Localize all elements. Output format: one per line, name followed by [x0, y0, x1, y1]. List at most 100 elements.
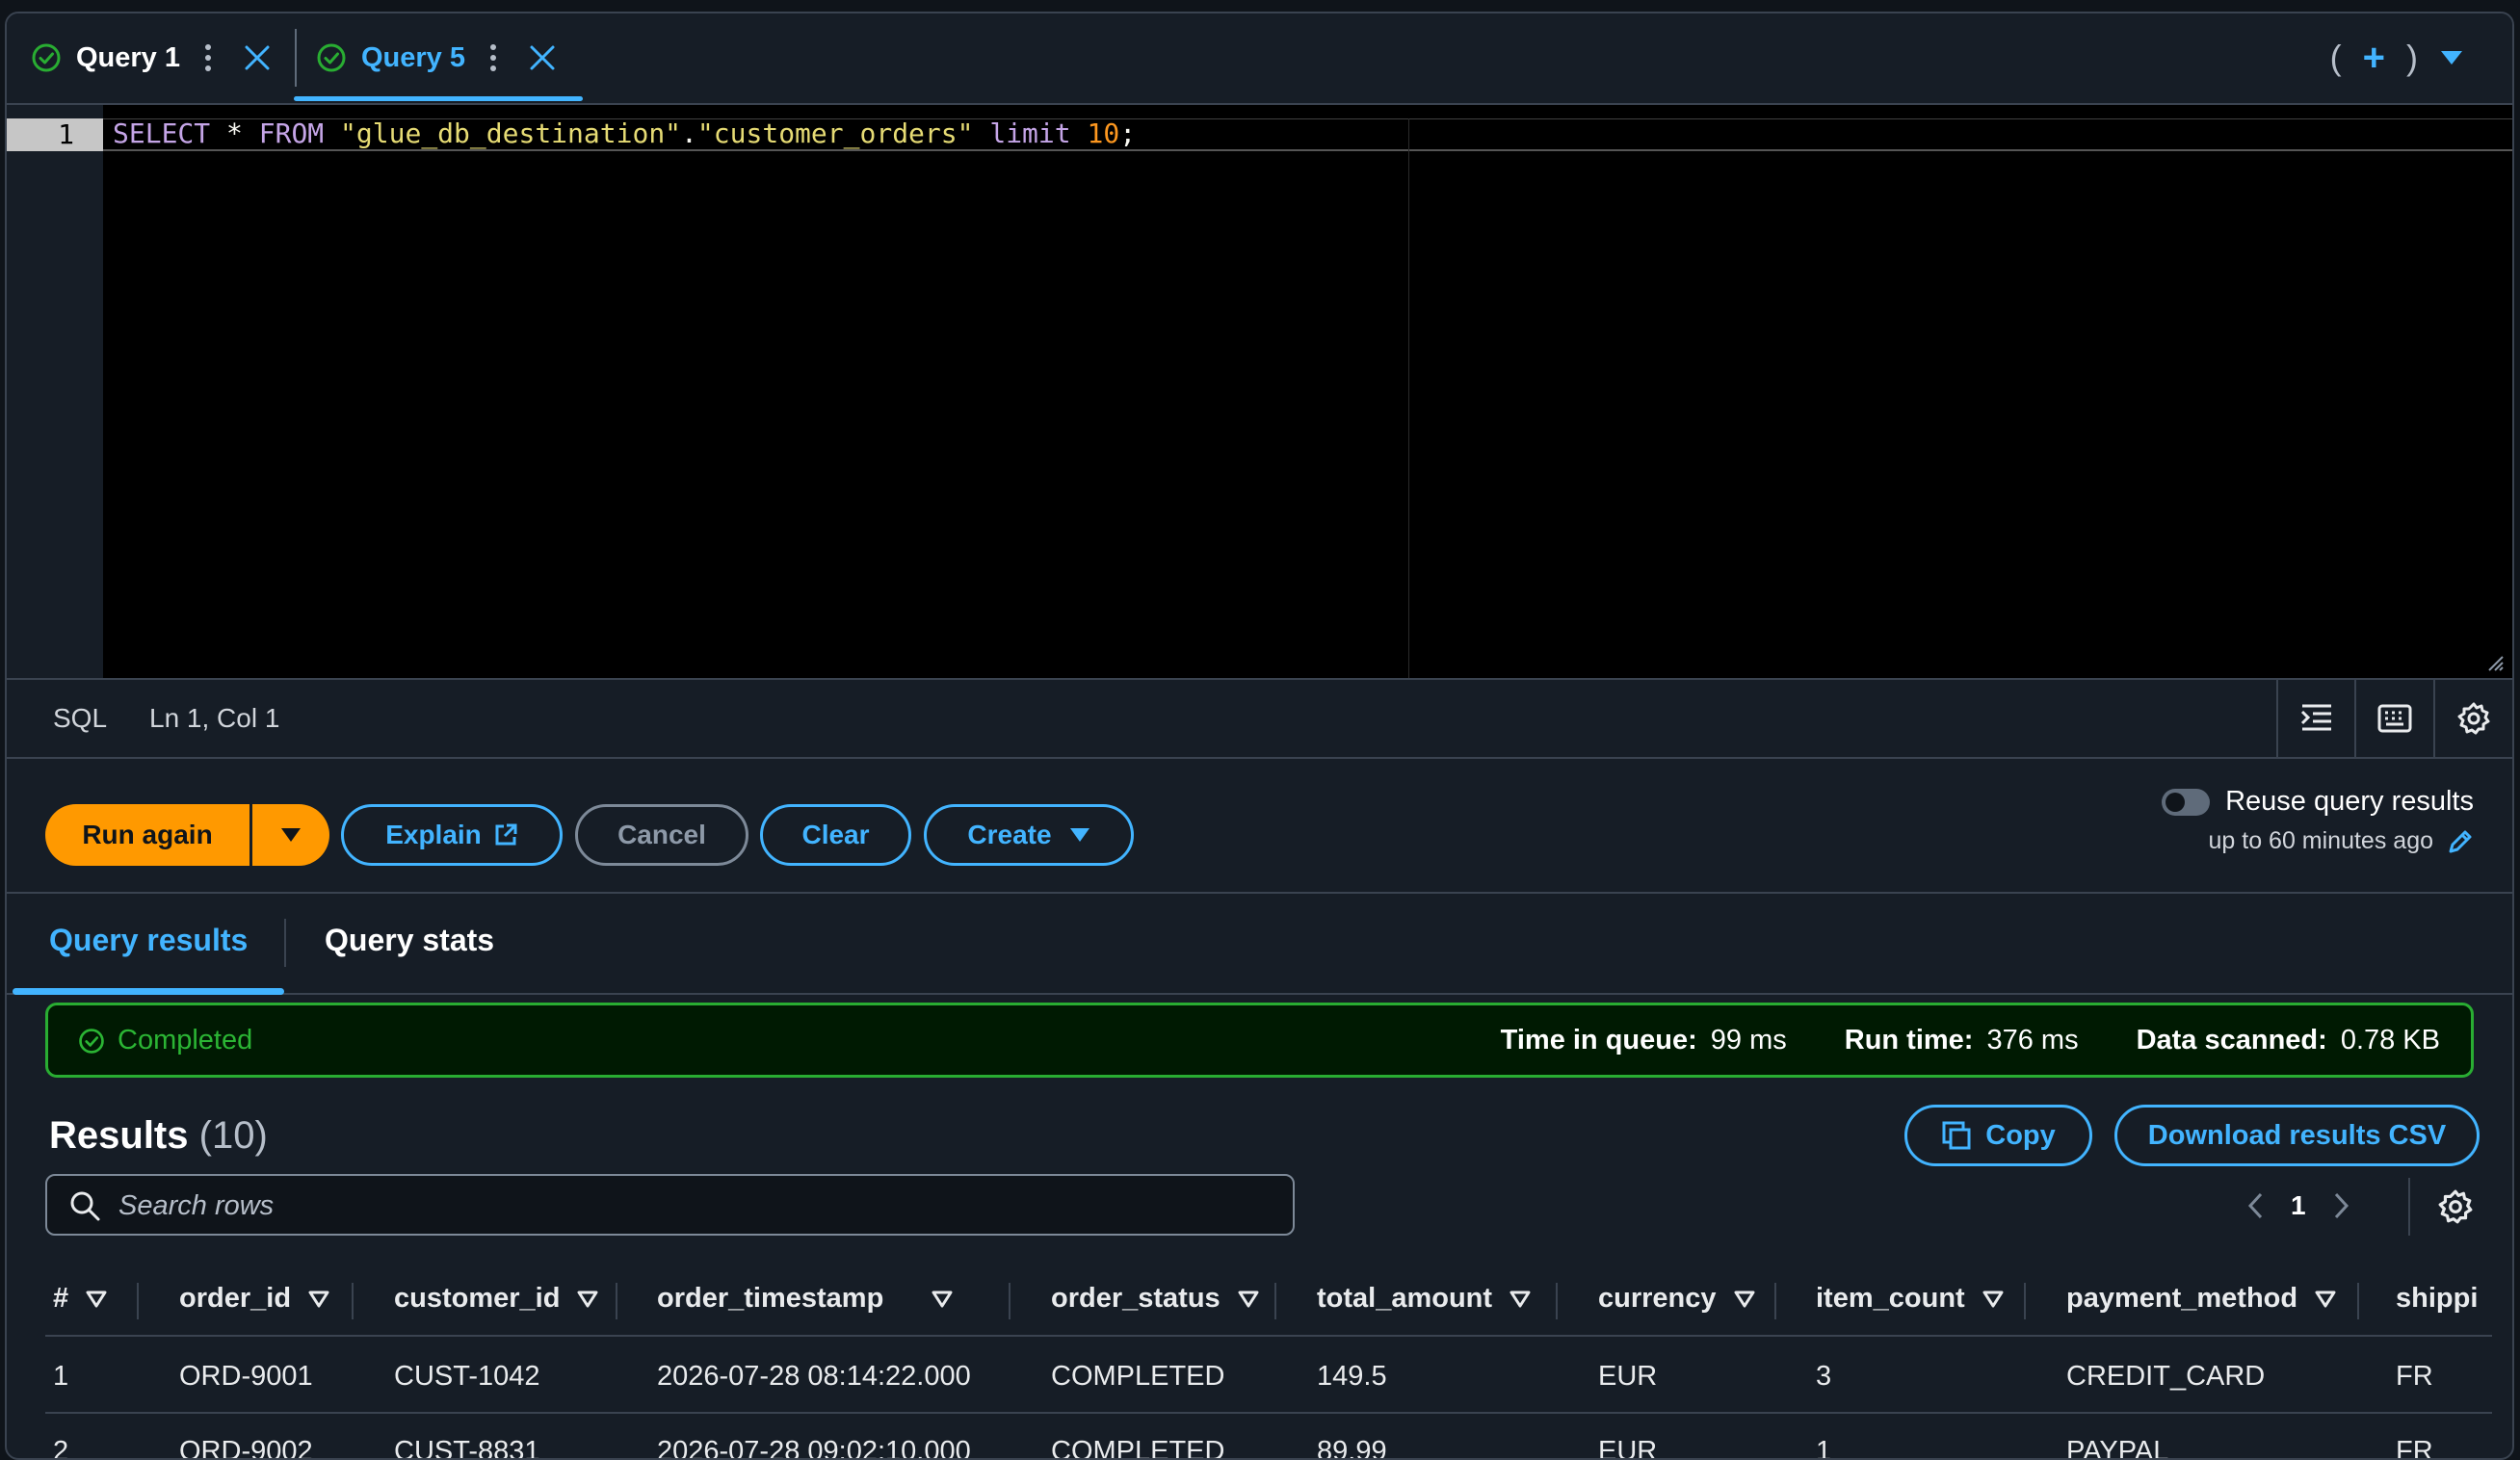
scroll-left-paren[interactable]: (	[2330, 38, 2342, 78]
scroll-right-paren[interactable]: )	[2406, 38, 2418, 78]
sort-icon	[932, 1291, 953, 1307]
gear-icon	[2457, 702, 2490, 735]
column-header[interactable]: customer_id	[394, 1283, 598, 1315]
run-time: Run time: 376 ms	[1844, 1025, 2079, 1056]
run-again-button[interactable]: Run again	[45, 804, 252, 866]
editor-settings-button[interactable]	[2433, 680, 2512, 757]
table-cell: ORD-9002	[179, 1436, 313, 1460]
column-header[interactable]: order_timestamp	[657, 1283, 953, 1315]
tab-tools: ( + )	[2330, 35, 2464, 81]
column-header[interactable]: item_count	[1816, 1283, 2004, 1315]
table-cell: COMPLETED	[1051, 1361, 1225, 1392]
column-header[interactable]: #	[53, 1283, 107, 1315]
more-options-icon[interactable]	[488, 41, 498, 74]
chevron-right-icon[interactable]	[2333, 1191, 2350, 1220]
external-link-icon	[495, 823, 517, 846]
column-header[interactable]: shippi	[2396, 1283, 2478, 1315]
table-cell: 2026-07-28 09:02:10.000	[657, 1436, 971, 1460]
column-divider[interactable]	[1774, 1283, 1776, 1319]
column-divider[interactable]	[1556, 1283, 1558, 1319]
caret-down-icon[interactable]	[2439, 48, 2464, 67]
clear-button[interactable]: Clear	[760, 804, 911, 866]
tab-label: Query 1	[76, 41, 180, 73]
create-label: Create	[967, 820, 1052, 849]
add-tab-button[interactable]: +	[2363, 37, 2385, 80]
sort-icon	[2315, 1291, 2336, 1307]
sql-editor[interactable]: 1 SELECT * FROM "glue_db_destination"."c…	[7, 105, 2512, 678]
column-divider[interactable]	[1274, 1283, 1276, 1319]
pencil-icon[interactable]	[2447, 828, 2474, 855]
table-cell: 1	[53, 1361, 69, 1392]
sort-icon	[1734, 1291, 1755, 1307]
column-header[interactable]: currency	[1598, 1283, 1755, 1315]
column-header[interactable]: payment_method	[2066, 1283, 2336, 1315]
table-cell: EUR	[1598, 1436, 1658, 1460]
result-tabs: Query results Query stats	[7, 894, 2512, 995]
tab-query-1[interactable]: Query 1	[30, 13, 273, 102]
check-circle-icon	[79, 1028, 104, 1054]
code-operator: *	[210, 117, 259, 149]
gear-icon[interactable]	[2437, 1188, 2474, 1225]
search-input[interactable]	[117, 1184, 1276, 1228]
column-divider[interactable]	[2024, 1283, 2026, 1319]
column-divider[interactable]	[137, 1283, 139, 1319]
table-cell: 2	[53, 1436, 69, 1460]
tab-divider	[284, 919, 286, 967]
pagination: 1	[2246, 1182, 2350, 1230]
column-divider[interactable]	[616, 1283, 617, 1319]
active-tab-indicator	[294, 96, 583, 101]
resize-handle-icon[interactable]	[2485, 653, 2505, 672]
keyboard-shortcuts-button[interactable]	[2354, 680, 2433, 757]
reuse-results-toggle[interactable]	[2162, 788, 2211, 816]
code-line[interactable]: SELECT * FROM "glue_db_destination"."cus…	[113, 117, 1136, 151]
close-icon[interactable]	[527, 42, 558, 73]
table-cell: COMPLETED	[1051, 1436, 1225, 1460]
column-header[interactable]: order_status	[1051, 1283, 1259, 1315]
cursor-position: Ln 1, Col 1	[149, 703, 280, 733]
tab-query-results[interactable]: Query results	[49, 923, 248, 958]
check-circle-icon	[317, 43, 346, 72]
column-header[interactable]: total_amount	[1317, 1283, 1531, 1315]
close-icon[interactable]	[242, 42, 273, 73]
active-tab-indicator	[13, 988, 284, 995]
indent-icon	[2300, 704, 2331, 731]
tab-query-5[interactable]: Query 5	[315, 13, 558, 102]
language-mode: SQL	[53, 703, 108, 733]
current-page[interactable]: 1	[2291, 1190, 2306, 1221]
copy-button[interactable]: Copy	[1904, 1105, 2092, 1166]
create-dropdown-button[interactable]: Create	[924, 804, 1134, 866]
format-query-button[interactable]	[2276, 680, 2355, 757]
code-keyword: limit	[973, 117, 1088, 149]
line-number: 1	[7, 118, 103, 151]
column-divider[interactable]	[1009, 1283, 1011, 1319]
sort-icon	[577, 1291, 598, 1307]
table-cell: CREDIT_CARD	[2066, 1361, 2266, 1392]
tab-query-stats[interactable]: Query stats	[325, 923, 494, 958]
table-header: # order_id customer_id order_timestamp o…	[45, 1265, 2492, 1337]
explain-button[interactable]: Explain	[341, 804, 563, 866]
table-cell: 149.5	[1317, 1361, 1387, 1392]
chevron-left-icon[interactable]	[2246, 1191, 2264, 1220]
table-row: 1 ORD-9001 CUST-1042 2026-07-28 08:14:22…	[45, 1337, 2492, 1414]
column-divider[interactable]	[2357, 1283, 2359, 1319]
cancel-button[interactable]: Cancel	[575, 804, 748, 866]
download-csv-button[interactable]: Download results CSV	[2114, 1105, 2480, 1166]
reuse-results-age: up to 60 minutes ago	[2208, 827, 2434, 854]
results-title: Results	[49, 1114, 189, 1157]
column-divider[interactable]	[352, 1283, 354, 1319]
caret-down-icon	[281, 828, 301, 842]
caret-down-icon	[1069, 828, 1089, 842]
column-header[interactable]: order_id	[179, 1283, 329, 1315]
table-cell: CUST-8831	[394, 1436, 540, 1460]
search-icon	[70, 1191, 100, 1221]
more-options-icon[interactable]	[203, 41, 213, 74]
code-punct: ;	[1119, 117, 1137, 149]
table-cell: 1	[1816, 1436, 1832, 1460]
table-cell: PAYPAL	[2066, 1436, 2169, 1460]
run-options-dropdown[interactable]	[252, 804, 329, 866]
tab-divider	[295, 29, 297, 87]
copy-icon	[1942, 1121, 1971, 1150]
search-rows-field[interactable]	[45, 1174, 1295, 1236]
line-gutter	[7, 105, 103, 678]
